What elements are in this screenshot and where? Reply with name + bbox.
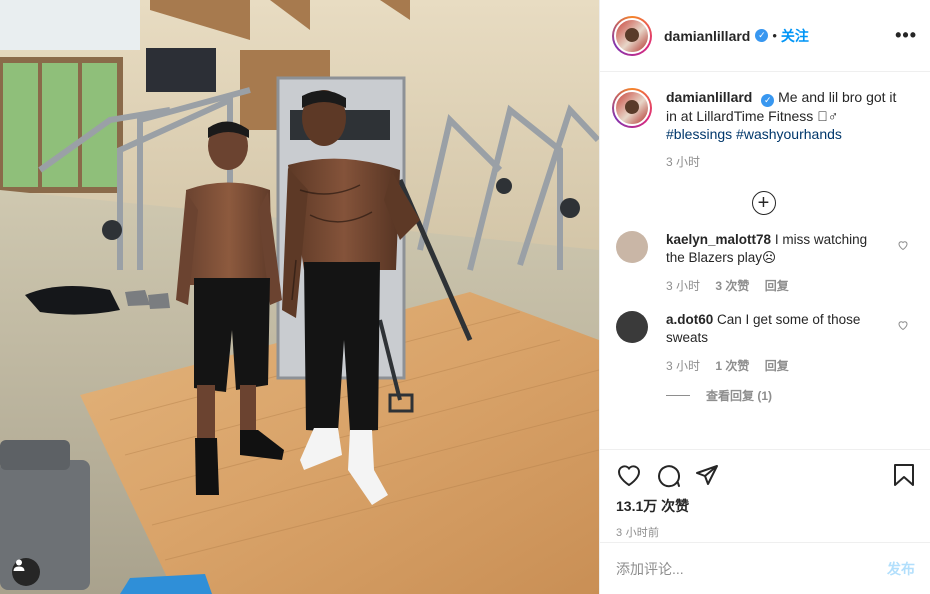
verified-badge-icon: ✓ <box>755 29 769 42</box>
comment-likes[interactable]: 1 次赞 <box>715 359 749 373</box>
comment-icon[interactable] <box>656 463 681 488</box>
view-replies-label: 查看回复 (1) <box>706 389 773 403</box>
comment-reply-button[interactable]: 回复 <box>765 279 789 293</box>
author-avatar[interactable] <box>612 15 652 56</box>
author-username[interactable]: damianlillard <box>664 28 750 44</box>
add-comment-input[interactable] <box>616 560 887 577</box>
separator-dot: • <box>772 28 777 43</box>
comment: kaelyn_malott78 I miss watching the Blaz… <box>612 231 915 295</box>
bookmark-icon[interactable] <box>893 463 915 487</box>
post-comment-button[interactable]: 发布 <box>887 559 915 579</box>
comment-like-heart-icon[interactable] <box>897 239 909 251</box>
hashtag-blessings[interactable]: #blessings <box>666 126 732 142</box>
caption: damianlillard ✓ Me and lil bro got it in… <box>612 88 915 171</box>
comment-username[interactable]: a.dot60 <box>666 312 713 327</box>
load-more-comments: + <box>612 191 915 215</box>
add-comment-bar: 发布 <box>600 542 930 594</box>
comment-like-heart-icon[interactable] <box>897 319 909 331</box>
verified-badge-icon: ✓ <box>761 94 775 107</box>
post-actions: 13.1万 次赞 3 小时前 <box>600 449 930 542</box>
comment-body: kaelyn_malott78 I miss watching the Blaz… <box>666 231 888 295</box>
gym-photo-illustration <box>0 0 599 594</box>
commenter-avatar[interactable] <box>616 311 648 343</box>
comment-username[interactable]: kaelyn_malott78 <box>666 232 771 247</box>
caption-username[interactable]: damianlillard <box>666 89 752 105</box>
more-options-icon[interactable]: ••• <box>895 26 917 44</box>
post-photo[interactable] <box>0 0 599 594</box>
heart-icon[interactable] <box>616 463 642 487</box>
comment: a.dot60 Can I get some of those sweats 3… <box>612 311 915 375</box>
comment-meta: 3 小时 3 次赞 回复 <box>666 277 888 295</box>
view-replies-line <box>666 395 690 396</box>
caption-avatar[interactable] <box>612 88 652 128</box>
user-icon <box>13 559 25 571</box>
author-avatar-image <box>614 17 650 54</box>
caption-meta: 3 小时 <box>666 153 906 171</box>
commenter-avatar[interactable] <box>616 231 648 263</box>
follow-button[interactable]: 关注 <box>781 26 809 46</box>
comment-body: a.dot60 Can I get some of those sweats 3… <box>666 311 888 375</box>
comment-reply-button[interactable]: 回复 <box>765 359 789 373</box>
load-more-plus-icon[interactable]: + <box>751 191 776 215</box>
comment-likes[interactable]: 3 次赞 <box>715 279 749 293</box>
action-icons <box>616 462 915 488</box>
post-side-panel: damianlillard ✓ • 关注 ••• damianlillard ✓… <box>599 0 930 594</box>
caption-avatar-image <box>614 90 650 126</box>
hashtag-washyourhands[interactable]: #washyourhands <box>736 126 842 142</box>
caption-time[interactable]: 3 小时 <box>666 155 700 169</box>
comment-time[interactable]: 3 小时 <box>666 359 700 373</box>
comment-meta: 3 小时 1 次赞 回复 <box>666 357 888 375</box>
view-replies-button[interactable]: 查看回复 (1) <box>666 387 915 404</box>
caption-body: damianlillard ✓ Me and lil bro got it in… <box>666 88 906 171</box>
post-timestamp[interactable]: 3 小时前 <box>616 524 915 540</box>
share-icon[interactable] <box>695 463 719 487</box>
likes-count[interactable]: 13.1万 次赞 <box>616 496 915 516</box>
post-header: damianlillard ✓ • 关注 ••• <box>600 0 930 72</box>
user-tag-button[interactable] <box>12 558 40 586</box>
comments-section[interactable]: damianlillard ✓ Me and lil bro got it in… <box>600 72 930 448</box>
comment-time[interactable]: 3 小时 <box>666 279 700 293</box>
